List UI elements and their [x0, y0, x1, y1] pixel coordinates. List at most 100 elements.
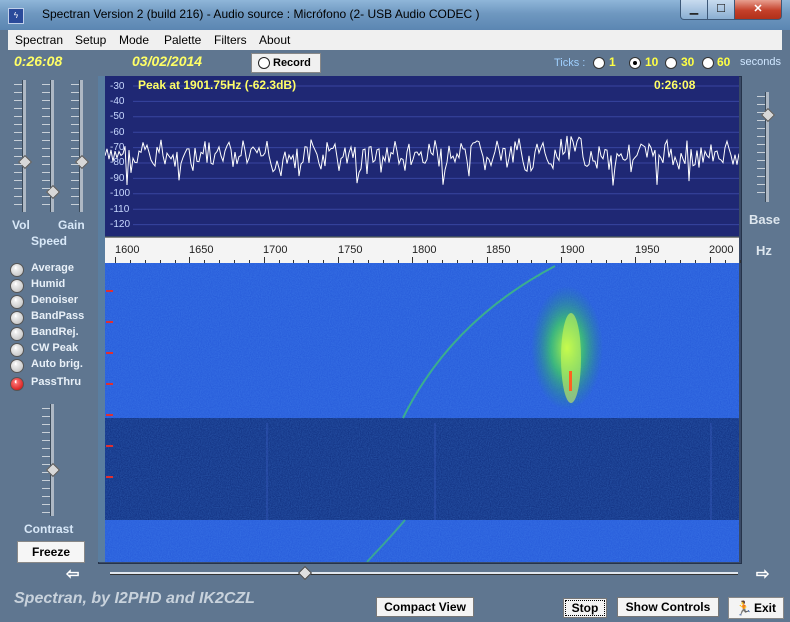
- compact-view-button[interactable]: Compact View: [376, 597, 474, 617]
- slider-tick: [42, 108, 50, 109]
- spectrum-time: 0:26:08: [654, 78, 696, 92]
- slider-tick: [42, 416, 50, 417]
- slider-tick: [42, 180, 50, 181]
- db-label: -100: [110, 188, 131, 199]
- db-label: -110: [110, 204, 130, 215]
- menu-spectran[interactable]: Spectran: [15, 33, 63, 47]
- vol-slider-thumb[interactable]: [17, 154, 33, 170]
- tick-value-60: 60: [717, 55, 731, 69]
- slider-tick: [757, 168, 765, 169]
- minimize-button[interactable]: ▁: [680, 0, 708, 20]
- time-marker: [106, 321, 113, 323]
- slider-tick: [42, 512, 50, 513]
- menu-mode[interactable]: Mode: [119, 33, 149, 47]
- slider-tick: [42, 132, 50, 133]
- scroll-left-arrow-icon[interactable]: ⇦: [66, 564, 79, 584]
- denoiser-toggle-icon[interactable]: ◐: [10, 295, 24, 309]
- horizontal-scroll-thumb[interactable]: [297, 565, 313, 581]
- exit-button[interactable]: 🏃 Exit: [728, 597, 784, 619]
- humid-toggle-icon[interactable]: ◐: [10, 279, 24, 293]
- time-marker: [106, 352, 113, 354]
- title-bar[interactable]: ϟ Spectran Version 2 (build 216) - Audio…: [0, 0, 790, 30]
- contrast-slider-thumb[interactable]: [45, 462, 61, 478]
- slider-tick: [71, 124, 79, 125]
- frequency-axis: 1600 1650 1700 1750 1800 1850 1900 1950 …: [105, 237, 741, 264]
- freq-label: 1650: [189, 244, 214, 256]
- option-label: PassThru: [31, 376, 82, 388]
- cw-peak-toggle-icon[interactable]: ◐: [10, 343, 24, 357]
- contrast-slider-track[interactable]: [50, 404, 54, 516]
- slider-tick: [42, 504, 50, 505]
- menu-about[interactable]: About: [259, 33, 290, 47]
- slider-tick: [42, 496, 50, 497]
- slider-tick: [757, 96, 765, 97]
- show-controls-button[interactable]: Show Controls: [617, 597, 719, 617]
- ticks-unit: seconds: [740, 56, 781, 68]
- gain-slider-track[interactable]: [79, 80, 83, 212]
- time-marker: [106, 414, 113, 416]
- app-icon[interactable]: ϟ: [8, 8, 24, 24]
- slider-tick: [42, 204, 50, 205]
- slider-tick: [42, 140, 50, 141]
- option-label: BandPass: [31, 310, 85, 322]
- slider-tick: [757, 176, 765, 177]
- window-title: Spectran Version 2 (build 216) - Audio s…: [42, 7, 480, 21]
- tick-value-30: 30: [681, 55, 695, 69]
- tick-radio-1[interactable]: [593, 57, 605, 69]
- menu-filters[interactable]: Filters: [214, 33, 247, 47]
- slider-tick: [14, 140, 22, 141]
- credit-text: Spectran, by I2PHD and IK2CZL: [14, 590, 255, 607]
- exit-label: Exit: [754, 601, 777, 615]
- tick-radio-30[interactable]: [665, 57, 677, 69]
- slider-tick: [42, 188, 50, 189]
- bandpass-toggle-icon[interactable]: ◐: [10, 311, 24, 325]
- slider-tick: [71, 148, 79, 149]
- spectrum-svg: [105, 85, 739, 226]
- vol-slider-track[interactable]: [22, 80, 26, 212]
- record-circle-icon: [258, 57, 270, 69]
- slider-tick: [42, 408, 50, 409]
- passthru-toggle-icon[interactable]: ◐: [10, 377, 24, 391]
- db-label: -90: [110, 173, 125, 184]
- average-toggle-icon[interactable]: ◐: [10, 263, 24, 277]
- slider-tick: [757, 160, 765, 161]
- slider-tick: [42, 100, 50, 101]
- clock-time: 0:26:08: [14, 53, 63, 69]
- horizontal-scroll-track[interactable]: [110, 572, 738, 575]
- record-label: Record: [273, 57, 311, 69]
- slider-tick: [42, 148, 50, 149]
- slider-tick: [42, 116, 50, 117]
- slider-tick: [42, 172, 50, 173]
- bandrej-toggle-icon[interactable]: ◐: [10, 327, 24, 341]
- scroll-right-arrow-icon[interactable]: ⇨: [756, 564, 769, 584]
- stop-button[interactable]: Stop: [563, 598, 607, 618]
- close-button[interactable]: ✕: [734, 0, 782, 20]
- tick-radio-10[interactable]: [629, 57, 641, 69]
- tick-value-10: 10: [645, 55, 659, 69]
- slider-tick: [14, 148, 22, 149]
- slider-tick: [42, 196, 50, 197]
- slider-tick: [14, 108, 22, 109]
- record-button[interactable]: Record: [251, 53, 321, 73]
- menu-palette[interactable]: Palette: [164, 33, 201, 47]
- slider-tick: [71, 116, 79, 117]
- gain-slider-thumb[interactable]: [74, 154, 90, 170]
- tick-radio-60[interactable]: [702, 57, 714, 69]
- slider-tick: [42, 424, 50, 425]
- slider-tick: [14, 164, 22, 165]
- slider-tick: [14, 204, 22, 205]
- vol-label: Vol: [12, 218, 30, 232]
- hz-label: Hz: [756, 243, 772, 258]
- slider-tick: [14, 188, 22, 189]
- slider-tick: [71, 204, 79, 205]
- slider-tick: [14, 196, 22, 197]
- slider-tick: [757, 192, 765, 193]
- menu-setup[interactable]: Setup: [75, 33, 106, 47]
- slider-tick: [42, 84, 50, 85]
- slider-tick: [42, 432, 50, 433]
- clock-date: 03/02/2014: [132, 53, 203, 69]
- maximize-button[interactable]: ☐: [707, 0, 735, 20]
- freeze-button[interactable]: Freeze: [17, 541, 85, 563]
- auto-brig-toggle-icon[interactable]: ◐: [10, 359, 24, 373]
- slider-tick: [42, 456, 50, 457]
